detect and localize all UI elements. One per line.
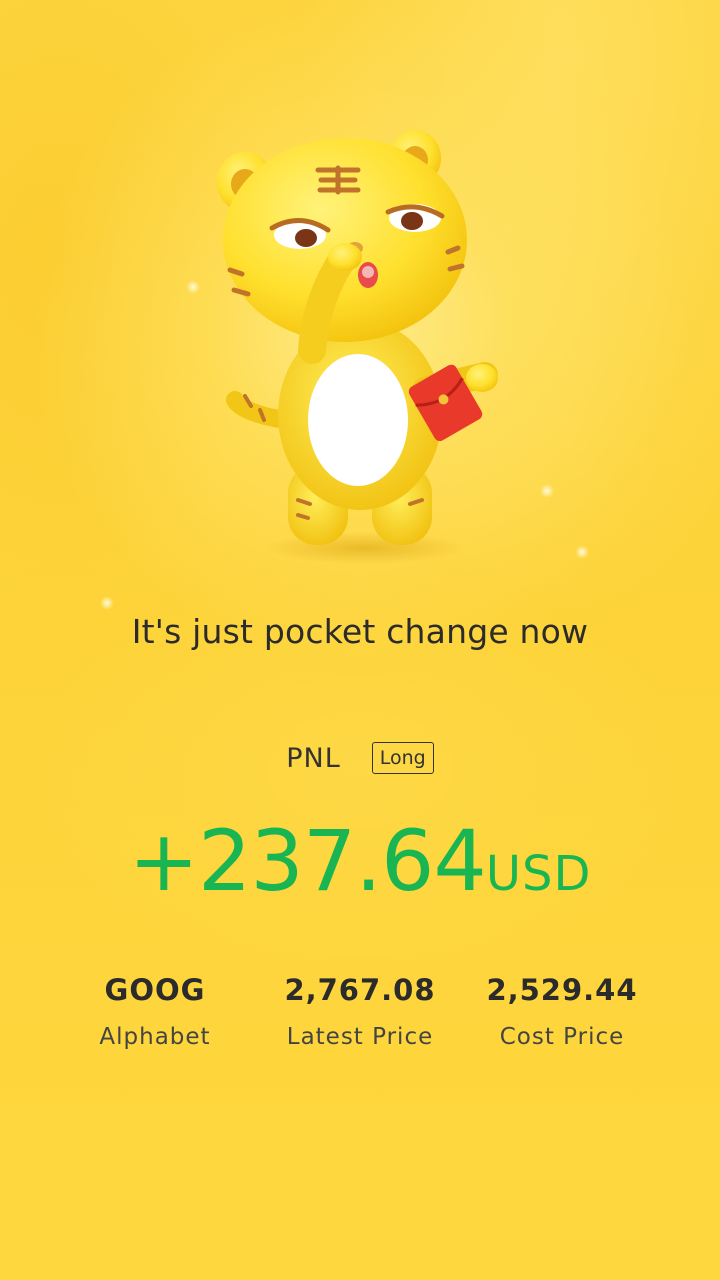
sparkle-decoration — [100, 596, 114, 610]
sparkle-decoration — [540, 484, 554, 498]
latest-price-label: Latest Price — [286, 1024, 434, 1050]
stock-stats: GOOG Alphabet 2,767.08 Latest Price 2,52… — [0, 968, 720, 1068]
pnl-label: PNL — [286, 742, 341, 774]
headline: It's just pocket change now — [131, 612, 589, 651]
sparkle-decoration — [186, 280, 200, 294]
pnl-currency: USD — [485, 846, 592, 902]
cost-price-label: Cost Price — [499, 1024, 625, 1050]
pnl-header: PNL Long — [0, 742, 720, 774]
latest-price-value: 2,767.08 — [284, 973, 436, 1007]
latest-price-stat: 2,767.08 Latest Price — [260, 968, 460, 1052]
sparkle-decoration — [575, 545, 589, 559]
stock-symbol: GOOG — [104, 973, 206, 1007]
pnl-amount: +237.64 — [128, 812, 487, 910]
stock-name: Alphabet — [99, 1024, 211, 1050]
tiger-mascot-icon — [200, 120, 520, 570]
cost-price-value: 2,529.44 — [486, 973, 638, 1007]
pnl-value: +237.64USD — [0, 812, 720, 910]
position-badge: Long — [371, 742, 434, 774]
stock-symbol-stat: GOOG Alphabet — [55, 968, 255, 1052]
cost-price-stat: 2,529.44 Cost Price — [462, 968, 662, 1052]
